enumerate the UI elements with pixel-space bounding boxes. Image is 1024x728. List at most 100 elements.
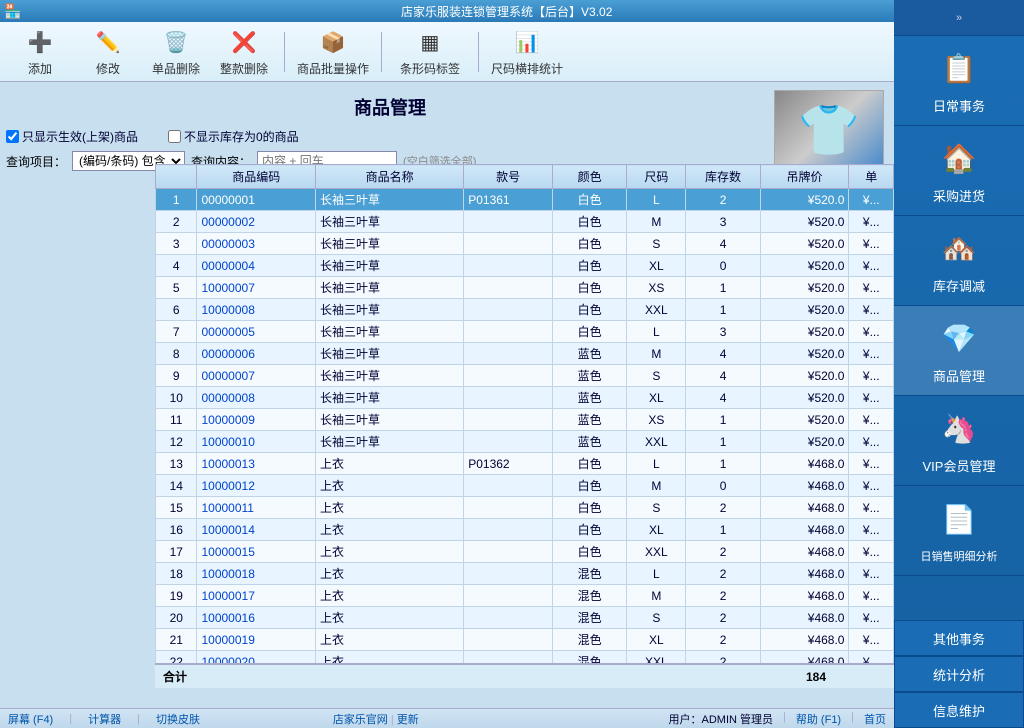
status-help[interactable]: 帮助 (F1) [796,711,841,727]
cell-unit: ¥... [849,189,894,211]
cell-price: ¥520.0 [760,255,849,277]
cell-style [464,519,553,541]
cell-style [464,299,553,321]
daily-sales-button[interactable]: 📄 日销售明细分析 [894,486,1024,576]
table-row[interactable]: 15 10000011 上衣 白色 S 2 ¥468.0 ¥... [156,497,894,519]
table-row[interactable]: 17 10000015 上衣 白色 XXL 2 ¥468.0 ¥... [156,541,894,563]
cell-code: 10000009 [197,409,316,431]
col-header-unit: 单 [849,165,894,189]
cell-unit: ¥... [849,321,894,343]
table-row[interactable]: 3 00000003 长袖三叶草 白色 S 4 ¥520.0 ¥... [156,233,894,255]
status-skin[interactable]: 切换皮肤 [156,711,200,727]
cell-stock: 1 [686,519,760,541]
size-stat-button[interactable]: 📊 尺码横排统计 [487,26,567,78]
table-row[interactable]: 5 10000007 长袖三叶草 白色 XS 1 ¥520.0 ¥... [156,277,894,299]
table-row[interactable]: 8 00000006 长袖三叶草 蓝色 M 4 ¥520.0 ¥... [156,343,894,365]
cell-color: 蓝色 [553,343,627,365]
table-row[interactable]: 22 10000020 上衣 混色 XXL 2 ¥468.0 ¥... [156,651,894,664]
table-row[interactable]: 19 10000017 上衣 混色 M 2 ¥468.0 ¥... [156,585,894,607]
cell-stock: 3 [686,321,760,343]
table-scroll-container[interactable]: 商品编码 商品名称 款号 颜色 尺码 库存数 吊牌价 单 1 00000001 … [155,164,894,663]
delete-all-button[interactable]: ❌ 整款删除 [212,26,276,78]
table-row[interactable]: 1 00000001 长袖三叶草 P01361 白色 L 2 ¥520.0 ¥.… [156,189,894,211]
table-row[interactable]: 2 00000002 长袖三叶草 白色 M 3 ¥520.0 ¥... [156,211,894,233]
cell-num: 1 [156,189,197,211]
cell-price: ¥468.0 [760,475,849,497]
edit-button[interactable]: ✏️ 修改 [76,26,140,78]
cell-size: XXL [627,299,686,321]
cell-code: 10000018 [197,563,316,585]
table-row[interactable]: 13 10000013 上衣 P01362 白色 L 1 ¥468.0 ¥... [156,453,894,475]
cell-code: 10000020 [197,651,316,664]
table-row[interactable]: 9 00000007 长袖三叶草 蓝色 S 4 ¥520.0 ¥... [156,365,894,387]
status-calculator[interactable]: 计算器 [88,711,121,727]
table-row[interactable]: 18 10000018 上衣 混色 L 2 ¥468.0 ¥... [156,563,894,585]
cell-num: 11 [156,409,197,431]
cell-price: ¥520.0 [760,409,849,431]
cell-name: 长袖三叶草 [316,321,464,343]
show-active-input[interactable] [6,130,19,143]
cell-stock: 3 [686,211,760,233]
cell-code: 00000005 [197,321,316,343]
cell-name: 上衣 [316,453,464,475]
table-row[interactable]: 6 10000008 长袖三叶草 白色 XXL 1 ¥520.0 ¥... [156,299,894,321]
table-row[interactable]: 7 00000005 长袖三叶草 白色 L 3 ¥520.0 ¥... [156,321,894,343]
table-row[interactable]: 16 10000014 上衣 白色 XL 1 ¥468.0 ¥... [156,519,894,541]
cell-num: 4 [156,255,197,277]
table-row[interactable]: 10 00000008 长袖三叶草 蓝色 XL 4 ¥520.0 ¥... [156,387,894,409]
cell-unit: ¥... [849,585,894,607]
title-bar: 🏪 店家乐服装连锁管理系统【后台】V3.02 ─ □ ✕ [0,0,1024,22]
table-row[interactable]: 12 10000010 长袖三叶草 蓝色 XXL 1 ¥520.0 ¥... [156,431,894,453]
hide-zero-stock-checkbox[interactable]: 不显示库存为0的商品 [168,128,299,145]
table-row[interactable]: 11 10000009 长袖三叶草 蓝色 XS 1 ¥520.0 ¥... [156,409,894,431]
show-active-checkbox[interactable]: 只显示生效(上架)商品 [6,128,138,145]
cell-code: 00000007 [197,365,316,387]
daily-affairs-label: 日常事务 [933,96,985,115]
cell-unit: ¥... [849,519,894,541]
info-maintain-button[interactable]: 信息维护 [894,692,1024,728]
cell-code: 10000007 [197,277,316,299]
cell-num: 22 [156,651,197,664]
hide-zero-stock-input[interactable] [168,130,181,143]
cell-color: 蓝色 [553,431,627,453]
purchase-button[interactable]: 🏠 采购进货 [894,126,1024,216]
cell-name: 上衣 [316,629,464,651]
goods-mgmt-button[interactable]: 💎 商品管理 [894,306,1024,396]
cell-num: 9 [156,365,197,387]
table-row[interactable]: 14 10000012 上衣 白色 M 0 ¥468.0 ¥... [156,475,894,497]
stats-analysis-button[interactable]: 统计分析 [894,656,1024,692]
cell-unit: ¥... [849,233,894,255]
cell-num: 13 [156,453,197,475]
status-home[interactable]: 首页 [864,711,886,727]
add-button[interactable]: ➕ 添加 [8,26,72,78]
cell-stock: 1 [686,409,760,431]
status-website[interactable]: 店家乐官网 [333,714,388,726]
cell-code: 10000017 [197,585,316,607]
barcode-label: 条形码标签 [400,60,460,77]
cell-style [464,629,553,651]
inventory-button[interactable]: 🏘️ 库存调减 [894,216,1024,306]
cell-stock: 4 [686,387,760,409]
barcode-button[interactable]: ▦ 条形码标签 [390,26,470,78]
daily-affairs-button[interactable]: 📋 日常事务 [894,36,1024,126]
delete-all-label: 整款删除 [220,60,268,77]
status-screen[interactable]: 屏幕 (F4) [8,711,53,727]
table-row[interactable]: 20 10000016 上衣 混色 S 2 ¥468.0 ¥... [156,607,894,629]
table-row[interactable]: 21 10000019 上衣 混色 XL 2 ¥468.0 ¥... [156,629,894,651]
col-header-num [156,165,197,189]
batch-op-button[interactable]: 📦 商品批量操作 [293,26,373,78]
vip-icon: 🦄 [937,406,981,450]
table-row[interactable]: 4 00000004 长袖三叶草 白色 XL 0 ¥520.0 ¥... [156,255,894,277]
status-update[interactable]: 更新 [397,714,419,726]
cell-size: XS [627,409,686,431]
cell-unit: ¥... [849,629,894,651]
cell-stock: 4 [686,365,760,387]
other-affairs-button[interactable]: 其他事务 [894,620,1024,656]
vip-button[interactable]: 🦄 VIP会员管理 [894,396,1024,486]
delete-single-button[interactable]: 🗑️ 单品删除 [144,26,208,78]
data-table-area: 商品编码 商品名称 款号 颜色 尺码 库存数 吊牌价 单 1 00000001 … [155,164,894,688]
cell-name: 长袖三叶草 [316,233,464,255]
cell-name: 长袖三叶草 [316,255,464,277]
cell-num: 20 [156,607,197,629]
table-body: 1 00000001 长袖三叶草 P01361 白色 L 2 ¥520.0 ¥.… [156,189,894,664]
